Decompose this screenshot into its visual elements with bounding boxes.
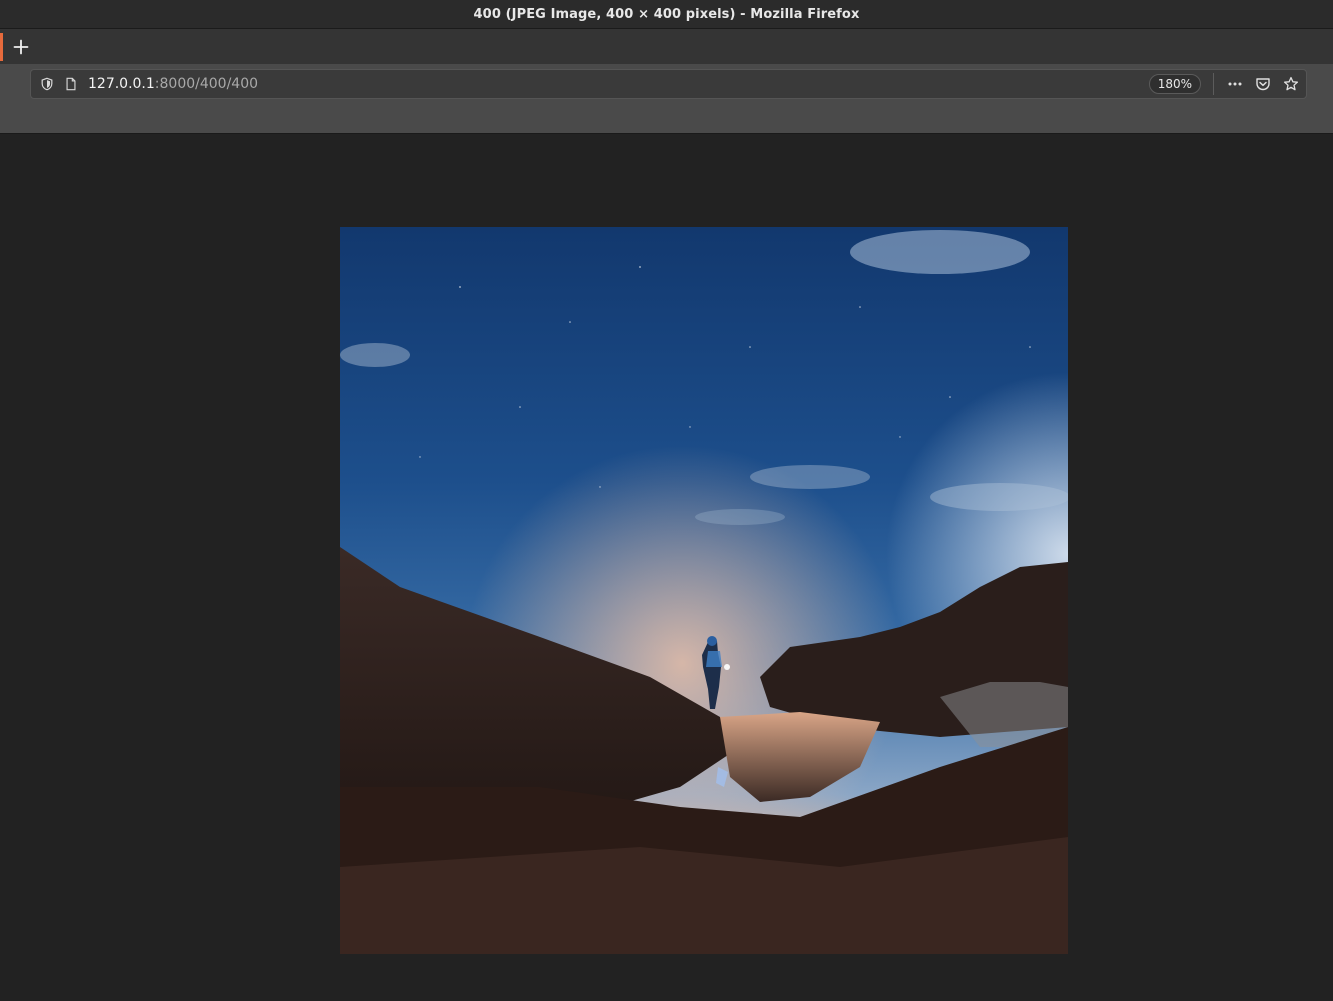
pocket-icon <box>1256 78 1270 91</box>
image-viewer <box>0 134 1333 1001</box>
zoom-reset-button[interactable]: 180% <box>1148 74 1201 94</box>
tab-accent <box>0 33 3 61</box>
jpeg-image[interactable] <box>340 227 1068 954</box>
url-host: 127.0.0.1 <box>88 76 155 92</box>
window-title: 400 (JPEG Image, 400 × 400 pixels) - Moz… <box>473 6 860 22</box>
shield-icon[interactable] <box>38 75 56 93</box>
more-icon <box>1228 82 1242 86</box>
toolbar-divider <box>1213 73 1214 95</box>
page-icon[interactable] <box>62 75 80 93</box>
address-bar[interactable]: 127.0.0.1:8000/400/400 180% <box>30 69 1307 99</box>
url-text[interactable]: 127.0.0.1:8000/400/400 <box>88 76 258 92</box>
navigation-toolbar: 127.0.0.1:8000/400/400 180% <box>0 64 1333 134</box>
pocket-button[interactable] <box>1250 71 1276 97</box>
window-titlebar: 400 (JPEG Image, 400 × 400 pixels) - Moz… <box>0 0 1333 28</box>
url-path: :8000/400/400 <box>154 76 259 92</box>
star-icon <box>1283 76 1299 91</box>
plus-icon <box>13 39 29 55</box>
tab-strip <box>0 28 1333 64</box>
page-actions-button[interactable] <box>1222 71 1248 97</box>
new-tab-button[interactable] <box>7 33 35 61</box>
bookmark-star-button[interactable] <box>1278 71 1304 97</box>
